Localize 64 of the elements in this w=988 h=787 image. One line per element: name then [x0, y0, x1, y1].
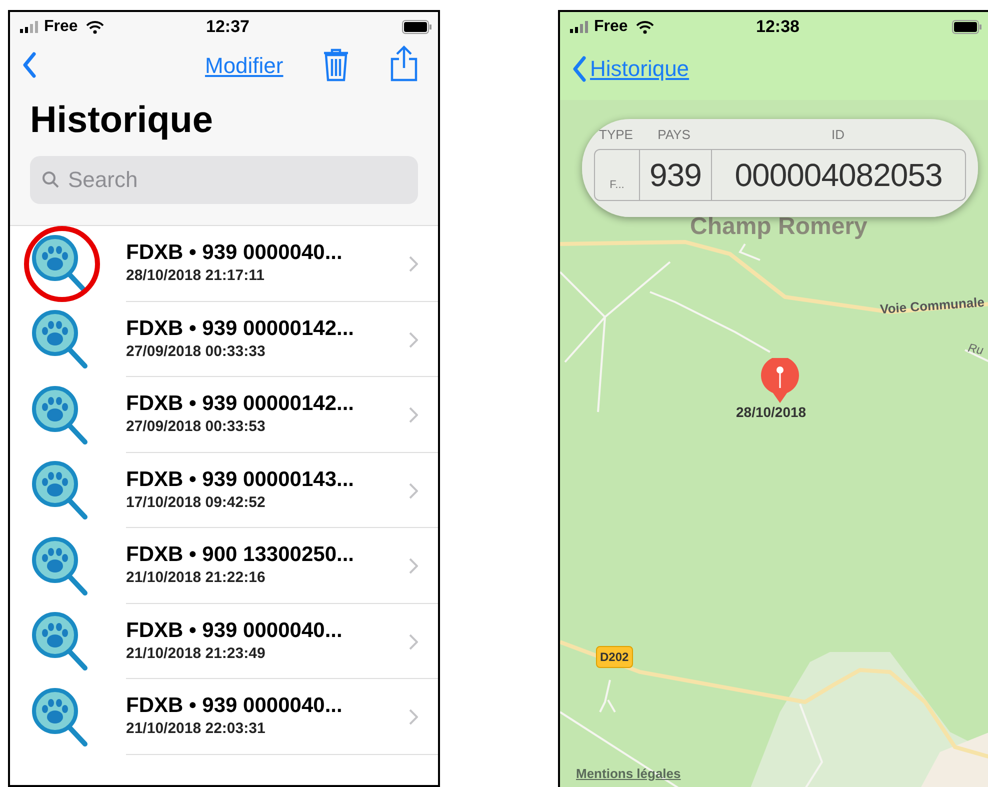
paw-magnifier-icon [30, 308, 90, 370]
row-date: 21/10/2018 22:03:31 [126, 719, 266, 740]
carrier-name: Free [44, 17, 78, 37]
map-label: Ru [966, 340, 986, 360]
paw-magnifier-icon [30, 534, 90, 597]
status-time: 12:38 [756, 16, 800, 38]
history-row[interactable]: FDXB • 939 00000142... 27/09/2018 00:33:33 [10, 302, 438, 377]
pin-label: 28/10/2018 [736, 403, 806, 422]
modifier-link[interactable]: Modifier [205, 48, 284, 82]
signal-icon [20, 21, 40, 33]
back-chevron-icon [572, 56, 586, 82]
column-value: 939 [650, 156, 702, 194]
wifi-icon [86, 20, 104, 34]
row-date: 28/10/2018 21:17:11 [126, 266, 266, 286]
row-title: FDXB • 900 13300250... [126, 542, 354, 568]
chevron-icon [409, 709, 418, 725]
chevron-icon [409, 634, 418, 650]
row-title: FDXB • 939 0000040... [126, 693, 342, 720]
battery-icon [952, 20, 982, 34]
history-row[interactable]: FDXB • 939 00000142... 27/09/2018 00:33:53 [10, 377, 438, 452]
history-row[interactable]: FDXB • 939 0000040... 21/10/2018 21:23:49 [10, 604, 438, 679]
history-row[interactable]: FDXB • 900 13300250... 21/10/2018 21:22:16 [10, 528, 438, 604]
legal-link[interactable]: Mentions légales [576, 764, 681, 784]
chevron-icon [409, 482, 418, 498]
row-title: FDXB • 939 00000143... [126, 466, 354, 493]
chevron-icon [409, 332, 418, 348]
row-title: FDXB • 939 0000040... [126, 240, 342, 266]
history-row[interactable]: FDXB • 939 0000040... 21/10/2018 22:03:31 [10, 679, 438, 754]
column-value: 000004082053 [734, 156, 942, 194]
map-pin-icon [760, 358, 800, 404]
paw-magnifier-icon [30, 459, 90, 522]
chevron-icon [409, 407, 418, 423]
paw-magnifier-icon [30, 610, 90, 672]
share-icon[interactable] [390, 44, 418, 82]
column-header: TYPE [599, 126, 633, 144]
history-row[interactable]: FDXB • 939 00000143... 17/10/2018 09:42:52 [10, 452, 438, 528]
row-date: 21/10/2018 21:22:16 [126, 568, 266, 588]
wifi-icon [636, 20, 654, 34]
search-field[interactable]: Search [30, 156, 418, 204]
row-date: 17/10/2018 09:42:52 [126, 492, 266, 513]
row-date: 27/09/2018 00:33:33 [126, 342, 266, 362]
paw-magnifier-icon [30, 686, 90, 748]
page-title: Historique [30, 98, 213, 142]
carrier-name: Free [594, 17, 628, 37]
paw-magnifier-icon [30, 384, 90, 446]
column-header: ID [832, 126, 844, 144]
row-date: 21/10/2018 21:23:49 [126, 644, 266, 664]
row-title: FDXB • 939 0000040... [126, 618, 342, 644]
status-time: 12:37 [206, 16, 250, 38]
row-title: FDXB • 939 00000142... [126, 391, 354, 418]
row-date: 27/09/2018 00:33:53 [126, 417, 266, 438]
signal-icon [570, 21, 590, 33]
chevron-icon [409, 558, 418, 574]
map-label: Voie Communale [879, 293, 986, 319]
battery-icon [402, 20, 432, 34]
chevron-icon [409, 256, 418, 272]
column-value: F... [610, 178, 624, 193]
delete-icon[interactable] [322, 48, 350, 82]
row-title: FDXB • 939 00000142... [126, 316, 354, 342]
map-label: Champ Romery [690, 212, 868, 242]
route-badge: D202 [596, 646, 633, 668]
search-icon [42, 171, 60, 189]
column-header: PAYS [658, 126, 690, 144]
history-row[interactable]: FDXB • 939 0000040... 28/10/2018 21:17:11 [10, 226, 438, 302]
